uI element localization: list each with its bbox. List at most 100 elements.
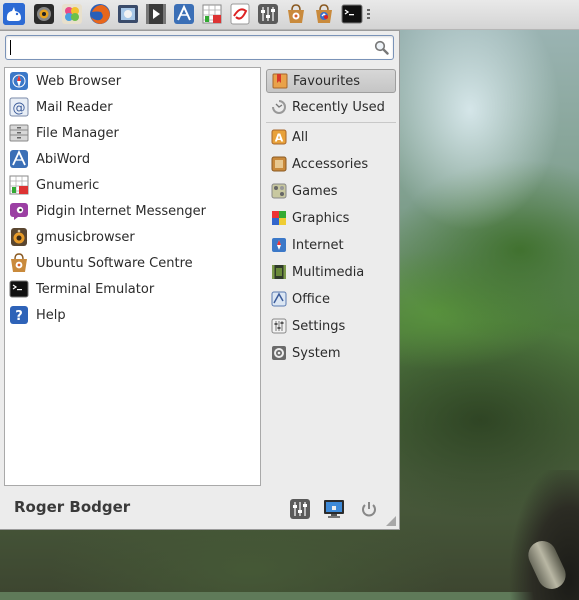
terminal-icon bbox=[341, 4, 363, 24]
log-out-button[interactable] bbox=[358, 498, 380, 520]
svg-text:@: @ bbox=[13, 101, 26, 116]
firefox-launcher[interactable] bbox=[89, 3, 111, 25]
graphics-icon bbox=[272, 211, 286, 225]
list-item-web-browser[interactable]: Web Browser bbox=[7, 69, 258, 93]
software-update-launcher[interactable] bbox=[313, 3, 335, 25]
media-player-launcher[interactable] bbox=[145, 3, 167, 25]
list-item-gnumeric[interactable]: Gnumeric bbox=[7, 173, 258, 197]
application-menu: Web Browser @ Mail Reader File Manager A… bbox=[0, 30, 400, 530]
sliders-icon bbox=[290, 499, 310, 519]
category-system[interactable]: System bbox=[266, 341, 396, 365]
category-label: Favourites bbox=[293, 73, 360, 89]
category-settings[interactable]: Settings bbox=[266, 314, 396, 338]
list-item-label: gmusicbrowser bbox=[36, 229, 135, 245]
abiword-icon bbox=[10, 149, 28, 168]
help-icon: ? bbox=[10, 306, 28, 324]
recent-icon bbox=[272, 100, 286, 114]
flower-photos-icon bbox=[62, 4, 82, 24]
pdf-icon bbox=[230, 3, 250, 25]
photos-launcher[interactable] bbox=[61, 3, 83, 25]
power-icon bbox=[362, 502, 376, 517]
gnumeric-launcher[interactable] bbox=[201, 3, 223, 25]
accessories-icon bbox=[271, 156, 287, 172]
settings-launcher[interactable] bbox=[257, 3, 279, 25]
list-item-pidgin[interactable]: Pidgin Internet Messenger bbox=[7, 199, 258, 223]
category-label: All bbox=[292, 129, 309, 145]
category-label: Multimedia bbox=[292, 264, 365, 280]
gnumeric-icon bbox=[202, 4, 222, 24]
category-favourites[interactable]: Favourites bbox=[266, 69, 396, 93]
settings-manager-button[interactable] bbox=[289, 498, 311, 520]
system-icon bbox=[272, 346, 286, 360]
category-games[interactable]: Games bbox=[266, 179, 396, 203]
mail-icon: @ bbox=[9, 97, 29, 117]
category-label: Graphics bbox=[292, 210, 350, 226]
list-item-label: File Manager bbox=[36, 125, 119, 141]
camera-icon bbox=[34, 4, 54, 24]
list-item-label: Pidgin Internet Messenger bbox=[36, 203, 206, 219]
terminal-launcher[interactable] bbox=[341, 3, 363, 25]
search-icon[interactable] bbox=[374, 40, 389, 55]
software-centre-icon bbox=[288, 4, 304, 23]
search-box[interactable] bbox=[5, 35, 394, 60]
abiword-launcher[interactable] bbox=[173, 3, 195, 25]
bookmark-icon bbox=[272, 73, 288, 89]
software-centre-icon bbox=[11, 253, 27, 272]
monitor-lock-icon bbox=[324, 500, 344, 518]
list-item-label: AbiWord bbox=[36, 151, 91, 167]
xfce-mouse-icon bbox=[3, 3, 25, 25]
category-label: Accessories bbox=[292, 156, 369, 172]
category-list: Favourites Recently Used A All Accessori… bbox=[266, 67, 396, 367]
list-item-label: Terminal Emulator bbox=[36, 281, 155, 297]
top-panel bbox=[0, 0, 579, 30]
abiword-icon bbox=[174, 4, 194, 24]
xfce-menu-launcher[interactable] bbox=[3, 3, 25, 25]
internet-icon bbox=[272, 238, 286, 252]
list-item-abiword[interactable]: AbiWord bbox=[7, 147, 258, 171]
list-item-label: Web Browser bbox=[36, 73, 122, 89]
sliders-icon bbox=[258, 4, 278, 24]
list-item-label: Help bbox=[36, 307, 66, 323]
file-manager-icon bbox=[9, 124, 29, 142]
user-name: Roger Bodger bbox=[14, 498, 131, 516]
pidgin-icon bbox=[10, 203, 28, 220]
speaker-icon bbox=[11, 228, 27, 246]
settings-icon bbox=[271, 318, 287, 334]
resize-grip-icon[interactable] bbox=[386, 516, 396, 526]
category-label: Settings bbox=[292, 318, 346, 334]
web-browser-icon bbox=[10, 72, 28, 90]
category-all[interactable]: A All bbox=[266, 125, 396, 149]
list-item-label: Gnumeric bbox=[36, 177, 100, 193]
camera-launcher[interactable] bbox=[33, 3, 55, 25]
search-input[interactable] bbox=[10, 38, 365, 56]
list-item-ubuntu-software-centre[interactable]: Ubuntu Software Centre bbox=[7, 251, 258, 275]
favourites-list: Web Browser @ Mail Reader File Manager A… bbox=[4, 67, 261, 486]
category-accessories[interactable]: Accessories bbox=[266, 152, 396, 176]
category-office[interactable]: Office bbox=[266, 287, 396, 311]
category-label: Office bbox=[292, 291, 330, 307]
pdf-launcher[interactable] bbox=[229, 3, 251, 25]
list-item-label: Ubuntu Software Centre bbox=[36, 255, 193, 271]
firefox-icon bbox=[90, 4, 110, 24]
list-item-mail-reader[interactable]: @ Mail Reader bbox=[7, 95, 258, 119]
image-viewer-launcher[interactable] bbox=[117, 3, 139, 25]
list-item-help[interactable]: ? Help bbox=[7, 303, 258, 327]
panel-handle[interactable] bbox=[367, 9, 370, 20]
category-recently-used[interactable]: Recently Used bbox=[266, 95, 396, 119]
image-viewer-icon bbox=[118, 5, 138, 23]
category-label: Games bbox=[292, 183, 338, 199]
category-graphics[interactable]: Graphics bbox=[266, 206, 396, 230]
gnumeric-icon bbox=[9, 175, 29, 195]
software-update-icon bbox=[316, 4, 332, 23]
category-multimedia[interactable]: Multimedia bbox=[266, 260, 396, 284]
category-internet[interactable]: Internet bbox=[266, 233, 396, 257]
list-item-terminal-emulator[interactable]: Terminal Emulator bbox=[7, 277, 258, 301]
all-icon: A bbox=[271, 129, 287, 145]
list-item-gmusicbrowser[interactable]: gmusicbrowser bbox=[7, 225, 258, 249]
software-centre-launcher[interactable] bbox=[285, 3, 307, 25]
list-item-file-manager[interactable]: File Manager bbox=[7, 121, 258, 145]
category-label: Internet bbox=[292, 237, 344, 253]
terminal-icon bbox=[9, 280, 29, 298]
wallpaper-dark-object bbox=[489, 470, 579, 600]
lock-screen-button[interactable] bbox=[323, 498, 345, 520]
